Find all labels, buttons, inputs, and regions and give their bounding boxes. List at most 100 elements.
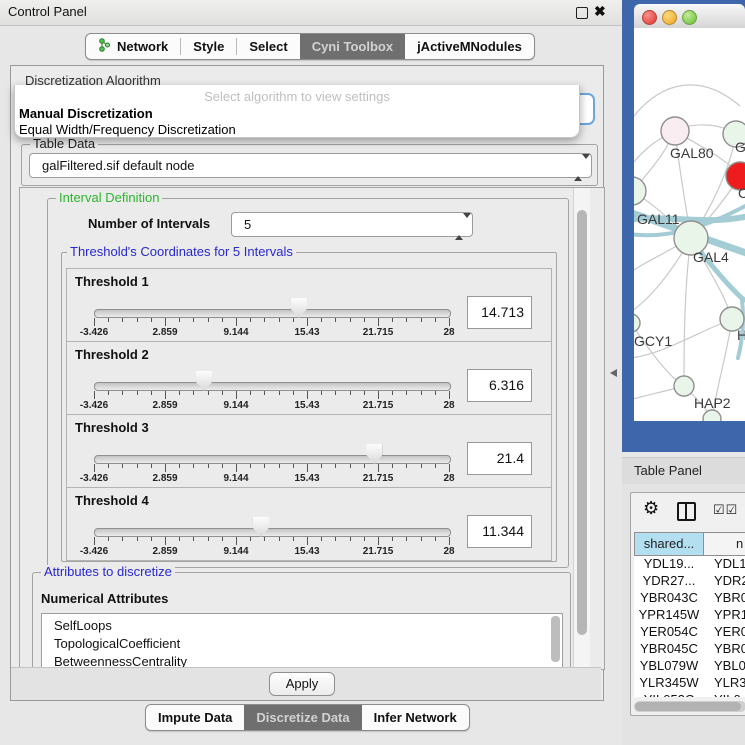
table-row[interactable]: YBR043CYBR0 [634, 590, 745, 607]
table-header-row: shared... n [634, 532, 745, 556]
columns-icon[interactable] [677, 502, 696, 521]
network-window-titlebar[interactable] [634, 4, 745, 29]
tab-discretize-data[interactable]: Discretize Data [244, 705, 361, 730]
table-row[interactable]: YBR045CYBR0 [634, 641, 745, 658]
table-row[interactable]: YDR27...YDR2 [634, 573, 745, 590]
threshold-1-slider-track[interactable] [94, 309, 451, 318]
network-view-window: GAL80 G. C GAL11 GAL4 GCY1 H HAP2 [622, 0, 745, 452]
table-panel-titlebar: Table Panel [622, 457, 745, 485]
threshold-2-slider-track[interactable] [94, 382, 451, 391]
attribute-list-item[interactable]: SelfLoops [42, 614, 562, 635]
attribute-list-item[interactable]: TopologicalCoefficient [42, 635, 562, 653]
network-graph: GAL80 G. C GAL11 GAL4 GCY1 H HAP2 [634, 28, 745, 421]
thresholds-group-title: Threshold's Coordinates for 5 Intervals [67, 245, 296, 259]
control-panel-titlebar: Control Panel ✖ [0, 0, 622, 26]
settings-scroll-area: Interval Definition Number of Intervals … [19, 187, 605, 670]
table-row[interactable]: YER054CYER0 [634, 624, 745, 641]
tab-style[interactable]: Style [181, 34, 236, 59]
threshold-3-slider-track[interactable] [94, 455, 451, 464]
horizontal-scrollbar-track[interactable] [634, 701, 745, 712]
table-panel-area: ⚙ ☑☑ shared... n YDL19...YDL1YDR27...YDR… [622, 484, 745, 745]
tab-jactivemnodules[interactable]: jActiveMNodules [405, 34, 534, 59]
slider-ticks [94, 391, 449, 400]
label-gcy1: GCY1 [634, 333, 672, 349]
slider-tick-labels: -3.4262.8599.14415.4321.71528 [94, 546, 449, 558]
threshold-1-value-field[interactable]: 14.713 [467, 296, 532, 329]
network-canvas[interactable]: GAL80 G. C GAL11 GAL4 GCY1 H HAP2 [634, 28, 745, 421]
numerical-attributes-list[interactable]: SelfLoopsTopologicalCoefficientBetweenne… [41, 613, 563, 670]
column-header-name[interactable]: n [704, 532, 745, 556]
threshold-4-value-field[interactable]: 11.344 [467, 515, 532, 548]
algorithm-dropdown-popup: Select algorithm to view settings Manual… [14, 85, 580, 138]
close-icon[interactable]: ✖ [594, 3, 606, 20]
table-panel: ⚙ ☑☑ shared... n YDL19...YDL1YDR27...YDR… [630, 492, 745, 716]
table-row[interactable]: YBL079WYBL0 [634, 658, 745, 675]
slider-tick-labels: -3.4262.8599.14415.4321.71528 [94, 327, 449, 339]
apply-button[interactable]: Apply [269, 672, 335, 696]
horizontal-scrollbar-thumb[interactable] [635, 702, 741, 711]
panel-title: Control Panel [8, 4, 87, 19]
panel-scrollbar-track[interactable] [573, 188, 590, 667]
tab-infer-network[interactable]: Infer Network [362, 705, 469, 730]
table-data-value: galFiltered.sif default node [42, 158, 194, 173]
attributes-group-title: Attributes to discretize [41, 565, 175, 579]
threshold-2-panel: Threshold 2 -3.4262.8599.14415.4321.7152… [66, 341, 552, 415]
bottom-tab-strip: Impute Data Discretize Data Infer Networ… [145, 704, 470, 731]
table-row[interactable]: YPR145WYPR1 [634, 607, 745, 624]
threshold-4-label: Threshold 4 [75, 493, 149, 508]
attributes-group: Attributes to discretize Numerical Attri… [32, 572, 571, 670]
label-gal4: GAL4 [693, 249, 729, 265]
tab-select[interactable]: Select [237, 34, 299, 59]
numerical-attributes-label: Numerical Attributes [41, 591, 168, 606]
select-checkboxes-icon[interactable]: ☑☑ [713, 502, 738, 518]
slider-tick-labels: -3.4262.8599.14415.4321.71528 [94, 473, 449, 485]
thresholds-group: Threshold's Coordinates for 5 Intervals … [61, 252, 557, 562]
threshold-4-panel: Threshold 4 -3.4262.8599.14415.4321.7152… [66, 487, 552, 561]
apply-strip: Apply [11, 667, 601, 700]
tab-network[interactable]: Network [86, 34, 180, 59]
slider-tick-labels: -3.4262.8599.14415.4321.71528 [94, 400, 449, 412]
tab-cyni-toolbox[interactable]: Cyni Toolbox [300, 34, 405, 59]
label-gal11: GAL11 [637, 211, 680, 227]
slider-ticks [94, 318, 449, 327]
screenshot-stage: Control Panel ✖ Network Style Select Cyn… [0, 0, 745, 745]
node-hap2 [674, 376, 694, 396]
interval-definition-title: Interval Definition [56, 191, 162, 205]
network-graph-icon [98, 38, 111, 55]
threshold-2-value-field[interactable]: 6.316 [467, 369, 532, 402]
float-window-icon[interactable] [576, 7, 588, 19]
threshold-4-slider-track[interactable] [94, 528, 451, 537]
number-of-intervals-combobox[interactable]: 5 [231, 212, 473, 237]
cyni-toolbox-panel: Discretization Algorithm Select algorith… [10, 65, 604, 701]
table-data-combobox[interactable]: galFiltered.sif default node [29, 153, 592, 178]
spinner-arrows-icon [455, 218, 463, 236]
tab-network-label: Network [117, 39, 168, 54]
gear-icon[interactable]: ⚙ [643, 498, 659, 519]
zoom-traffic-light-icon[interactable] [682, 10, 697, 25]
tab-impute-data[interactable]: Impute Data [146, 705, 244, 730]
table-rows[interactable]: YDL19...YDL1YDR27...YDR2YBR043CYBR0YPR14… [634, 556, 745, 697]
node-gal80 [661, 117, 689, 145]
close-traffic-light-icon[interactable] [642, 10, 657, 25]
node-gal11 [634, 177, 646, 205]
threshold-3-value-field[interactable]: 21.4 [467, 442, 532, 475]
number-of-intervals-label: Number of Intervals [88, 216, 210, 231]
label-gal80: GAL80 [670, 145, 714, 161]
slider-ticks [94, 537, 449, 546]
list-scrollbar-thumb[interactable] [551, 616, 560, 662]
dropdown-option-manual[interactable]: Manual Discretization [19, 106, 579, 121]
number-of-intervals-value: 5 [244, 217, 251, 232]
column-header-shared-name[interactable]: shared... [634, 532, 704, 556]
table-row[interactable]: YIL052CYIL0 [634, 692, 745, 697]
label-g-partial: G. [735, 139, 745, 155]
minimize-traffic-light-icon[interactable] [662, 10, 677, 25]
table-row[interactable]: YLR345WYLR3 [634, 675, 745, 692]
table-data-group: Table Data galFiltered.sif default node [21, 144, 598, 186]
threshold-2-label: Threshold 2 [75, 347, 149, 362]
dropdown-option-equal-width[interactable]: Equal Width/Frequency Discretization [19, 122, 579, 137]
panel-scrollbar-thumb[interactable] [577, 210, 587, 635]
node-gcy1 [634, 314, 640, 332]
threshold-1-label: Threshold 1 [75, 274, 149, 289]
table-row[interactable]: YDL19...YDL1 [634, 556, 745, 573]
spinner-arrows-icon [574, 159, 582, 177]
